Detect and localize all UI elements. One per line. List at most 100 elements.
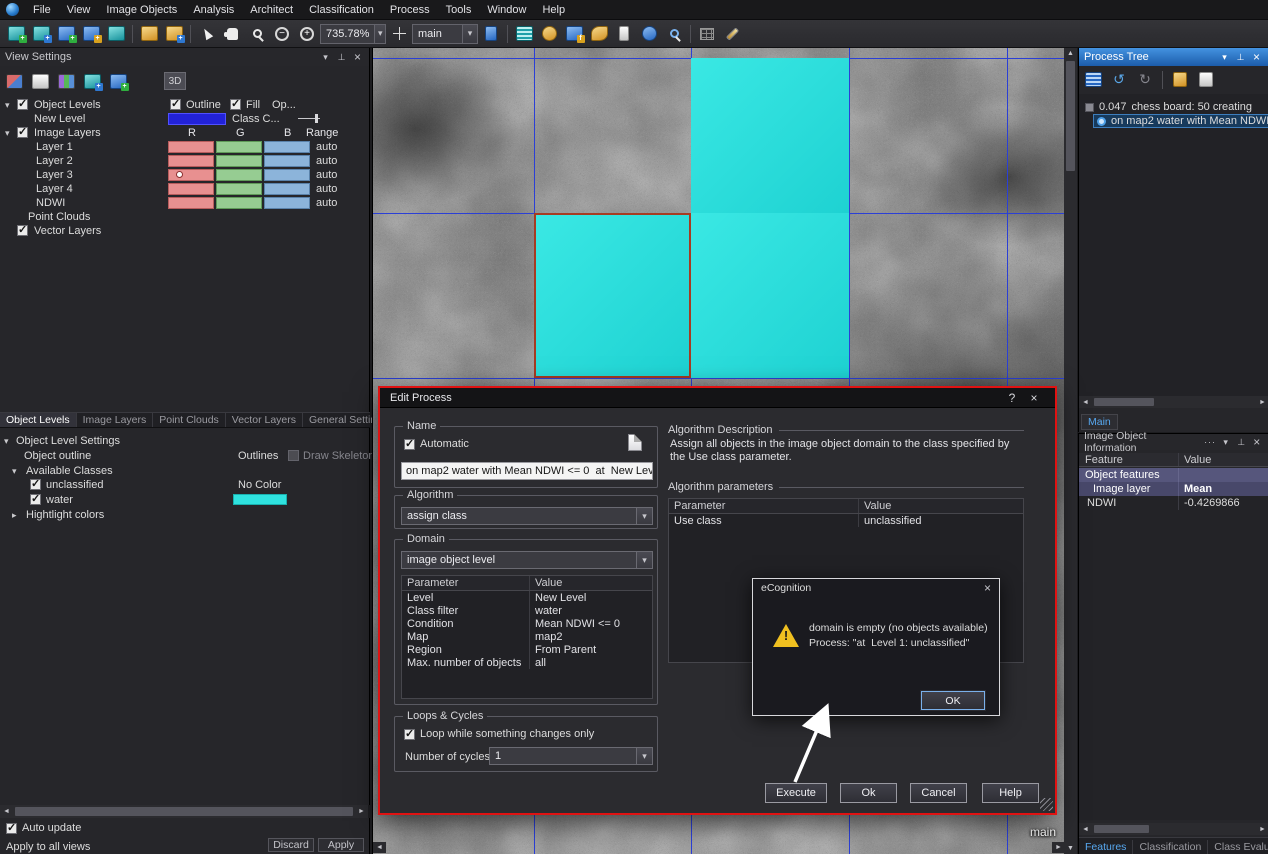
vector-layers-checkbox[interactable] (17, 225, 28, 236)
layer3-blue-cell[interactable] (264, 169, 310, 181)
save-project-icon[interactable]: + (54, 22, 78, 46)
selected-water-object[interactable] (534, 213, 691, 378)
edit-process-titlebar[interactable]: Edit Process (380, 388, 1055, 408)
expander-icon[interactable] (4, 435, 13, 447)
viewer-scroll-left-icon[interactable] (373, 842, 386, 853)
zoom-out-icon[interactable] (270, 22, 294, 46)
water-object[interactable] (691, 213, 849, 378)
layer1-blue-cell[interactable] (264, 141, 310, 153)
scroll-left-icon[interactable] (1079, 397, 1092, 408)
automatic-checkbox[interactable] (404, 439, 415, 450)
ok-button[interactable]: Ok (840, 783, 897, 803)
scroll-thumb[interactable] (15, 807, 353, 816)
class-color-swatch[interactable] (168, 113, 226, 125)
layer4-red-cell[interactable] (168, 183, 214, 195)
menu-file[interactable]: File (25, 2, 59, 18)
algorithm-select[interactable]: assign class (401, 507, 653, 525)
menu-image-objects[interactable]: Image Objects (98, 2, 185, 18)
ndwi-red-cell[interactable] (168, 197, 214, 209)
tab-features[interactable]: Features (1079, 840, 1133, 854)
close-icon[interactable] (1250, 435, 1263, 449)
scroll-thumb[interactable] (1066, 61, 1075, 171)
process-tree-view-icon[interactable] (1081, 68, 1105, 92)
layer-mixing-icon[interactable] (54, 69, 78, 93)
tab-image-layers[interactable]: Image Layers (77, 413, 154, 427)
single-layer-icon[interactable]: + (80, 69, 104, 93)
resize-grip[interactable] (1040, 798, 1053, 811)
automatic-control[interactable]: Automatic (404, 438, 469, 450)
options-icon[interactable] (1204, 437, 1217, 447)
water-object[interactable] (691, 58, 849, 213)
menu-help[interactable]: Help (534, 2, 573, 18)
scroll-left-icon[interactable] (1079, 824, 1092, 835)
tree-item-layer2[interactable]: Layer 2 (36, 154, 73, 168)
panel-menu-icon[interactable] (319, 52, 332, 63)
pin-icon[interactable] (335, 52, 348, 63)
scroll-right-icon[interactable] (1256, 397, 1268, 408)
layer4-blue-cell[interactable] (264, 183, 310, 195)
dialog-help-icon[interactable] (1001, 391, 1023, 405)
process-profiler-icon[interactable] (1194, 68, 1218, 92)
object-outline-label[interactable]: Object outline (24, 449, 91, 463)
expander-icon[interactable] (5, 99, 14, 111)
export-data-icon[interactable]: + (162, 22, 186, 46)
layer3-green-cell[interactable] (216, 169, 262, 181)
chevron-down-icon[interactable] (374, 25, 385, 43)
menu-tools[interactable]: Tools (438, 2, 480, 18)
sample-editor-icon[interactable] (612, 22, 636, 46)
unclassified-label[interactable]: unclassified (46, 478, 103, 492)
table-row[interactable]: RegionFrom Parent (402, 643, 652, 656)
draw-skeleton-checkbox[interactable] (288, 450, 299, 461)
pin-icon[interactable] (1234, 52, 1247, 63)
scroll-up-icon[interactable] (1064, 48, 1077, 59)
alert-titlebar[interactable]: eCognition (753, 579, 999, 597)
scroll-right-icon[interactable] (1256, 824, 1268, 835)
scroll-left-icon[interactable] (0, 806, 13, 817)
layer1-range[interactable]: auto (316, 140, 337, 154)
table-row[interactable]: Use class unclassified (669, 514, 1023, 527)
feature-view-icon[interactable]: f (562, 22, 586, 46)
parameter-column-header[interactable]: Parameter (402, 576, 530, 590)
map-view-select[interactable]: main (412, 24, 478, 44)
viewer-scroll-right-icon[interactable] (1052, 842, 1064, 853)
ioi-subgroup-row[interactable]: Image layer Mean (1079, 482, 1268, 496)
ioi-feature-row[interactable]: NDWI -0.4269866 (1079, 496, 1268, 510)
parameter-column-header[interactable]: Parameter (669, 499, 859, 513)
tree-item-object-levels[interactable]: Object Levels (34, 98, 101, 112)
table-row[interactable]: LevelNew Level (402, 591, 652, 604)
loop-while-control[interactable]: Loop while something changes only (404, 728, 594, 740)
auto-update-control[interactable]: Auto update (6, 822, 81, 834)
edit-project-icon[interactable]: + (79, 22, 103, 46)
menu-analysis[interactable]: Analysis (185, 2, 242, 18)
execute-button[interactable]: Execute (765, 783, 827, 803)
cancel-button[interactable]: Cancel (910, 783, 967, 803)
zoom-select-icon[interactable] (245, 22, 269, 46)
list-view-icon[interactable] (512, 22, 536, 46)
table-row[interactable]: Mapmap2 (402, 630, 652, 643)
tree-item-image-layers[interactable]: Image Layers (34, 126, 101, 140)
layer3-red-cell[interactable] (168, 169, 214, 181)
tab-class-evaluation[interactable]: Class Evaluat... (1208, 840, 1268, 854)
process-tree-hscrollbar[interactable] (1079, 396, 1268, 408)
alert-ok-button[interactable]: OK (921, 691, 985, 710)
object-levels-checkbox[interactable] (17, 99, 28, 110)
help-button[interactable]: Help (982, 783, 1039, 803)
dialog-close-icon[interactable] (1023, 391, 1045, 405)
ioi-group-row[interactable]: Object features (1079, 468, 1268, 482)
menu-window[interactable]: Window (479, 2, 534, 18)
value-column-header[interactable]: Value (530, 577, 652, 589)
expander-icon[interactable] (12, 509, 21, 521)
grid-icon[interactable] (695, 22, 719, 46)
alert-close-icon[interactable] (984, 581, 991, 595)
pin-icon[interactable] (1235, 437, 1248, 448)
find-objects-icon[interactable] (662, 22, 686, 46)
table-row[interactable]: Class filterwater (402, 604, 652, 617)
apply-button[interactable]: Apply (318, 838, 364, 852)
left-panel-hscrollbar[interactable] (0, 805, 368, 818)
fill-checkbox[interactable] (230, 99, 241, 110)
tree-item-layer1[interactable]: Layer 1 (36, 140, 73, 154)
layer4-range[interactable]: auto (316, 182, 337, 196)
layer2-range[interactable]: auto (316, 154, 337, 168)
layer1-green-cell[interactable] (216, 141, 262, 153)
chevron-down-icon[interactable] (462, 25, 477, 43)
